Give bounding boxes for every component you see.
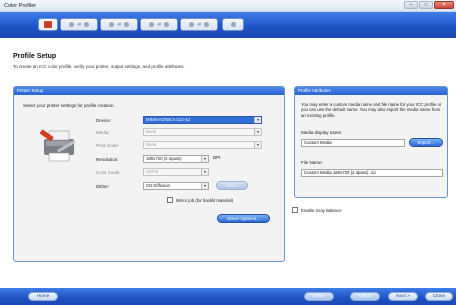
device-select[interactable]: MINW KONICA 512-42 ▾ [143,116,262,124]
driver-options-button[interactable]: Driver Options... [217,214,270,223]
chevron-down-icon: ▾ [254,117,261,123]
page-description: To create an ICC color profile, verify y… [13,64,185,69]
chart-step-icon [163,22,169,27]
chevron-down-icon: ▾ [254,129,261,135]
printer-setup-title: Printer Setup [14,87,284,95]
close-button[interactable]: Close [425,292,453,301]
mirror-job-checkbox[interactable] [167,197,173,203]
printer-step-icon [69,22,75,27]
chevron-down-icon: ▾ [254,142,261,148]
resolution-unit: DPI [213,155,221,160]
resolution-value: 180x720 (2.4pass) [146,156,182,161]
minimize-icon[interactable]: – [404,1,418,9]
measure-step-icon [123,22,129,27]
device-label: Device: [96,118,112,123]
color-mode-label: Color mode: [96,170,121,175]
profile-attributes-title: Profile Attributes [295,87,447,95]
mirror-job-label: Mirror job (for backlit material) [176,198,234,203]
media-value: None [146,129,157,134]
step-2-tab[interactable]: ➔ [100,18,138,31]
step-4-tab[interactable]: ➔ [180,18,218,31]
dither-select[interactable]: SO Diffusion ▾ [143,182,209,190]
media-select[interactable]: None ▾ [143,128,262,136]
step-3-tab[interactable]: ➔ [140,18,178,31]
resolution-select[interactable]: 180x720 (2.4pass) ▾ [143,155,209,163]
title-bar: Color Profiler – □ ✕ [0,0,456,12]
wizard-steps-bar: ➔ ➔ ➔ ➔ [0,12,456,38]
ink-step-icon [149,22,155,27]
chevron-down-icon: ▾ [201,183,208,189]
footer-bar: Home Save < Back Next > Close [0,288,456,305]
back-button[interactable]: < Back [350,292,380,301]
print-mode-value: None [146,142,157,147]
gray-balance-label: Enable Gray Balance [301,208,342,213]
step-finish-tab[interactable] [222,18,244,31]
window-controls: – □ ✕ [404,1,454,9]
home-icon [44,21,52,28]
output-step-icon [203,22,209,27]
dither-value: SO Diffusion [146,183,171,188]
import-button[interactable]: Import... [409,138,443,147]
media-display-label: Media display name: [301,130,343,135]
arrow-right-icon: ➔ [156,21,162,28]
edit-dither-button[interactable]: Edit... [216,181,248,190]
printer-setup-subtitle: Select your printer settings for profile… [23,103,115,108]
media-display-input[interactable]: Custom Media [301,139,405,147]
maximize-icon[interactable]: □ [419,1,433,9]
window-title: Color Profiler [4,3,37,9]
home-button[interactable]: Home [28,292,58,301]
target-step-icon [83,22,89,27]
color-profiler-window: Color Profiler – □ ✕ ➔ ➔ ➔ ➔ Profile Set… [0,0,456,305]
color-mode-select[interactable]: CMYK ▾ [143,168,209,176]
arrow-right-icon: ➔ [196,21,202,28]
linearize-step-icon [109,22,115,27]
page-title: Profile Setup [13,53,57,60]
print-mode-label: Print mode: [96,143,120,148]
arrow-right-icon: ➔ [116,21,122,28]
save-button[interactable]: Save [304,292,334,301]
next-button[interactable]: Next > [388,292,418,301]
file-name-label: File Name: [301,160,323,165]
finish-step-icon [230,22,236,27]
printer-icon [39,129,76,162]
profile-attributes-help: You may enter a custom media name and fi… [301,102,442,118]
dither-label: Dither: [96,184,110,189]
chevron-down-icon: ▾ [201,156,208,162]
gray-balance-checkbox[interactable] [292,207,298,213]
step-home-tab[interactable] [38,18,58,31]
resolution-label: Resolution: [96,157,119,162]
arrow-right-icon: ➔ [76,21,82,28]
print-mode-select[interactable]: None ▾ [143,141,262,149]
media-label: Media: [96,130,110,135]
step-1-tab[interactable]: ➔ [60,18,98,31]
chevron-down-icon: ▾ [201,169,208,175]
profile-attributes-panel: Profile Attributes You may enter a custo… [294,86,448,198]
file-name-input[interactable]: Custom Media 180x720 (2.4pass) .icc [301,169,443,177]
profile-step-icon [189,22,195,27]
color-mode-value: CMYK [146,169,159,174]
device-value: MINW KONICA 512-42 [146,117,190,122]
close-window-icon[interactable]: ✕ [434,1,454,9]
